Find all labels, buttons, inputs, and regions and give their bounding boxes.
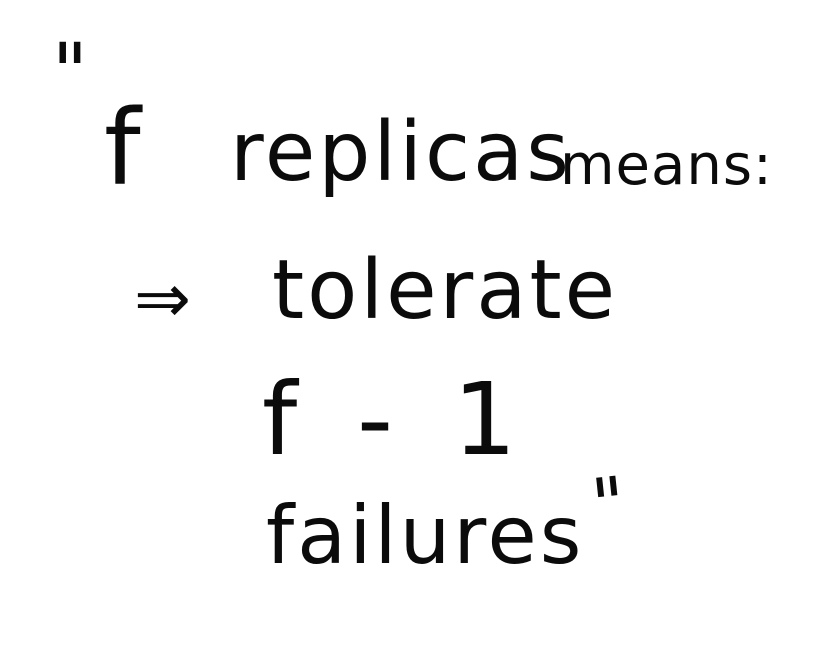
- expression-f-minus-1: f - 1: [262, 361, 531, 478]
- word-replicas: replicas: [230, 105, 573, 200]
- word-tolerate: tolerate: [272, 243, 619, 338]
- close-quote: ": [587, 460, 630, 548]
- word-means: means:: [560, 133, 773, 198]
- word-failures: failures: [266, 489, 585, 582]
- variable-f: f: [104, 87, 141, 209]
- open-quote: ": [52, 28, 88, 118]
- implies-arrow-icon: ⇒: [134, 260, 191, 339]
- handwritten-note: " f replicas means: ⇒ tolerate f - 1 fai…: [0, 0, 813, 645]
